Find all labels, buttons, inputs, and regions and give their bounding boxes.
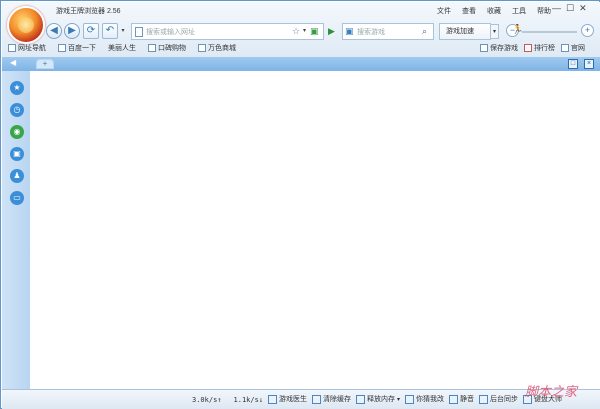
save-icon <box>480 44 488 52</box>
bookmark-item[interactable]: 网址导航 <box>8 43 46 53</box>
save-page-icon[interactable]: ▣ <box>310 26 319 37</box>
gamepad-icon[interactable]: ◉ <box>10 125 24 139</box>
window-controls: — ☐ ✕ <box>552 3 587 14</box>
bookmark-item[interactable]: 万色商城 <box>198 43 236 53</box>
bookmark-item[interactable]: 美丽人生 <box>108 43 136 53</box>
speed-up-button[interactable]: + <box>581 24 594 37</box>
doctor-icon <box>268 394 277 404</box>
forward-button[interactable]: ▶ <box>64 23 80 39</box>
browser-window: 游戏王牌浏览器 2.56 文件 查看 收藏 工具 帮助 — ☐ ✕ ◀ ▶ ⟳ … <box>0 0 600 409</box>
toolbox-icon[interactable]: ▣ <box>10 147 24 161</box>
broom-icon <box>312 394 321 404</box>
page-content[interactable] <box>30 71 600 389</box>
menu-file[interactable]: 文件 <box>437 6 451 16</box>
download-speed: 3.0k/s↑ <box>192 396 222 404</box>
save-game-link[interactable]: 保存游戏 <box>480 43 518 53</box>
address-placeholder: 搜索或输入网址 <box>146 29 195 36</box>
clear-cache-button[interactable]: 清除缓存 <box>312 394 351 404</box>
upload-speed: 1.1k/s↓ <box>233 396 264 404</box>
user-icon[interactable]: ♟ <box>10 169 24 183</box>
search-placeholder: 搜索游戏 <box>357 29 385 36</box>
speaker-icon <box>449 394 459 404</box>
page-icon <box>135 27 143 37</box>
menu-tools[interactable]: 工具 <box>512 6 526 16</box>
menu-help[interactable]: 帮助 <box>537 6 551 16</box>
bookmark-item[interactable]: 口碑购物 <box>148 43 186 53</box>
menu-bar: 文件 查看 收藏 工具 帮助 <box>437 6 551 16</box>
page-icon <box>198 44 206 52</box>
undo-dropdown[interactable]: ▾ <box>119 23 127 39</box>
chart-icon <box>524 44 532 52</box>
menu-view[interactable]: 查看 <box>462 6 476 16</box>
top-toolbar: 游戏王牌浏览器 2.56 文件 查看 收藏 工具 帮助 — ☐ ✕ ◀ ▶ ⟳ … <box>2 2 600 57</box>
watermark: 脚本之家 <box>525 385 578 400</box>
search-icon[interactable]: ⌕ <box>422 26 427 37</box>
network-speed: 3.0k/s↑ 1.1k/s↓ <box>192 396 263 404</box>
sidebar: ★ ◷ ◉ ▣ ♟ ▭ <box>2 71 30 389</box>
runner-icon: 🏃 <box>512 24 524 34</box>
star-icon[interactable]: ☆ <box>292 26 300 37</box>
tab-close-button[interactable]: × <box>584 59 594 69</box>
official-site-link[interactable]: 官网 <box>561 43 585 53</box>
sync-icon <box>479 394 489 404</box>
history-clock-icon[interactable]: ◷ <box>10 103 24 117</box>
status-bar: 3.0k/s↑ 1.1k/s↓ 游戏医生 清除缓存 释放内存 ▾ 你猜我改 静音 … <box>2 389 600 409</box>
undo-button[interactable]: ↶ <box>102 23 118 39</box>
free-memory-button[interactable]: 释放内存 ▾ <box>356 394 400 404</box>
search-engine-icon[interactable]: ▣ <box>345 26 354 37</box>
back-button[interactable]: ◀ <box>46 23 62 39</box>
bookmark-bar: 网址导航 百度一下 美丽人生 口碑购物 万色商城 <box>8 43 236 53</box>
speed-slider[interactable] <box>522 31 577 33</box>
globe-icon <box>8 44 16 52</box>
game-accelerate-label: 游戏加速 <box>446 28 474 35</box>
favorites-dropdown-icon[interactable]: ▾ <box>303 27 306 34</box>
tab-bar: ◀ + □ × <box>2 57 600 71</box>
tab-restore-button[interactable]: □ <box>568 59 578 69</box>
game-doctor-button[interactable]: 游戏医生 <box>268 394 307 404</box>
app-title: 游戏王牌浏览器 2.56 <box>56 8 121 15</box>
chat-icon[interactable]: ▭ <box>10 191 24 205</box>
new-tab-button[interactable]: + <box>36 59 54 69</box>
search-box[interactable]: ▣ 搜索游戏 ⌕ <box>342 23 434 40</box>
app-logo <box>7 6 45 44</box>
status-tools: 游戏医生 清除缓存 释放内存 ▾ 你猜我改 静音 后台同步 键盘大师 <box>268 394 562 404</box>
game-accelerate-select[interactable]: 游戏加速 ▾ <box>439 23 499 40</box>
address-bar[interactable]: 搜索或输入网址 ☆ ▾ ▣ <box>131 23 324 40</box>
guess-change-button[interactable]: 你猜我改 <box>405 394 444 404</box>
home-icon <box>561 44 569 52</box>
tab-scroll-left-icon[interactable]: ◀ <box>10 58 16 67</box>
favorites-star-icon[interactable]: ★ <box>10 81 24 95</box>
refresh-button[interactable]: ⟳ <box>83 23 99 39</box>
background-sync-button[interactable]: 后台同步 <box>479 394 518 404</box>
puzzle-icon <box>405 394 415 404</box>
ranking-link[interactable]: 排行榜 <box>524 43 555 53</box>
baidu-icon <box>58 44 66 52</box>
menu-favorites[interactable]: 收藏 <box>487 6 501 16</box>
minimize-button[interactable]: — <box>552 3 561 14</box>
page-icon <box>148 44 156 52</box>
go-icon[interactable]: ▶ <box>328 26 335 37</box>
right-bookmark-bar: 保存游戏 排行榜 官网 <box>480 43 585 53</box>
mute-button[interactable]: 静音 <box>449 394 474 404</box>
bookmark-item[interactable]: 百度一下 <box>58 43 96 53</box>
chevron-down-icon[interactable]: ▾ <box>490 24 499 39</box>
memory-icon <box>356 394 365 404</box>
close-button[interactable]: ✕ <box>579 3 587 14</box>
maximize-button[interactable]: ☐ <box>566 3 574 14</box>
